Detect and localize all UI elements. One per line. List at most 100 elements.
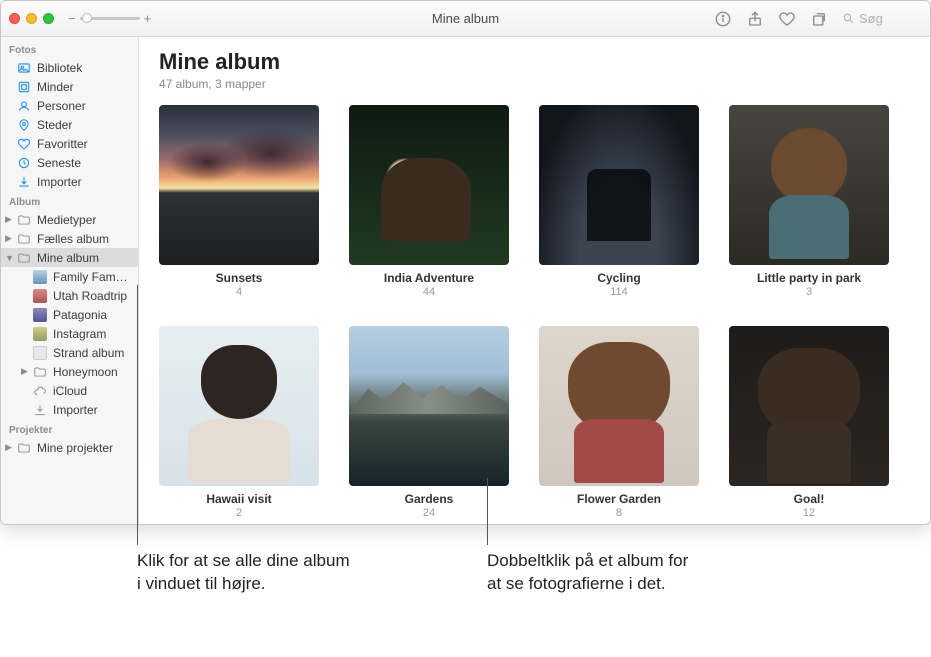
info-icon[interactable]: [714, 10, 732, 28]
sidebar-item-personer[interactable]: Personer: [1, 96, 138, 115]
album-cycling[interactable]: Cycling114: [539, 105, 699, 298]
callout-right: Dobbeltklik på et album for at se fotogr…: [487, 550, 707, 596]
sidebar-item-label: Steder: [37, 118, 72, 132]
sidebar-item-label: Patagonia: [53, 308, 107, 322]
album-count: 3: [729, 286, 889, 298]
page-title: Mine album: [159, 49, 910, 75]
album-goal-[interactable]: Goal!12: [729, 326, 889, 519]
album-thumbnail[interactable]: [159, 326, 319, 486]
album-india-adventure[interactable]: India Adventure44: [349, 105, 509, 298]
chevron-right-icon[interactable]: ▶: [5, 233, 12, 244]
sidebar-item-utah-roadtrip[interactable]: Utah Roadtrip: [1, 286, 138, 305]
favorite-icon[interactable]: [778, 10, 796, 28]
sidebar-item-label: Instagram: [53, 327, 106, 341]
folder-icon: [17, 441, 31, 455]
sidebar-item-icloud[interactable]: iCloud: [1, 381, 138, 400]
album-thumbnail[interactable]: [539, 105, 699, 265]
callout-left-text: Klik for at se alle dine album i vinduet…: [137, 551, 350, 593]
sidebar-item-label: iCloud: [53, 384, 87, 398]
sidebar-icon: [17, 99, 31, 113]
zoom-slider-knob[interactable]: [82, 13, 92, 23]
album-thumb-icon: [33, 289, 47, 303]
sidebar-item-instagram[interactable]: Instagram: [1, 324, 138, 343]
sidebar-item-label: Importer: [37, 175, 82, 189]
sidebar-icon: [17, 61, 31, 75]
sidebar-item-label: Bibliotek: [37, 61, 82, 75]
callout-line-left: [137, 285, 138, 545]
sidebar-section-fotos: Fotos: [1, 39, 138, 58]
album-thumbnail[interactable]: [349, 105, 509, 265]
album-count: 24: [349, 507, 509, 519]
sidebar-item-fælles-album[interactable]: ▶Fælles album: [1, 229, 138, 248]
titlebar: − + Mine album Søg: [1, 1, 930, 37]
search-placeholder: Søg: [859, 11, 883, 26]
sidebar-item-label: Honeymoon: [53, 365, 118, 379]
app-window: − + Mine album Søg: [0, 0, 931, 525]
minimize-window-button[interactable]: [26, 13, 37, 24]
album-thumbnail[interactable]: [729, 105, 889, 265]
sidebar: Fotos Bibliotek Minder Personer Steder Favor…: [1, 37, 139, 524]
rotate-icon[interactable]: [810, 10, 828, 28]
album-little-party-in-park[interactable]: Little party in park3: [729, 105, 889, 298]
sidebar-item-label: Seneste: [37, 156, 81, 170]
sidebar-item-label: Mine album: [37, 251, 99, 265]
album-thumbnail[interactable]: [539, 326, 699, 486]
album-hawaii-visit[interactable]: Hawaii visit2: [159, 326, 319, 519]
sidebar-item-label: Favoritter: [37, 137, 88, 151]
search-field[interactable]: Søg: [842, 11, 922, 26]
sidebar-item-steder[interactable]: Steder: [1, 115, 138, 134]
album-flower-garden[interactable]: Flower Garden8: [539, 326, 699, 519]
zoom-slider-track[interactable]: [80, 17, 140, 20]
sidebar-item-favoritter[interactable]: Favoritter: [1, 134, 138, 153]
sidebar-item-minder[interactable]: Minder: [1, 77, 138, 96]
album-thumb-icon: [33, 270, 47, 284]
album-thumbnail[interactable]: [159, 105, 319, 265]
sidebar-item-honeymoon[interactable]: ▶ Honeymoon: [1, 362, 138, 381]
page-subtitle: 47 album, 3 mapper: [159, 77, 910, 91]
chevron-down-icon[interactable]: ▼: [5, 253, 14, 263]
sidebar-section-projekter: Projekter: [1, 419, 138, 438]
toolbar-right: Søg: [714, 10, 922, 28]
callout-line-right: [487, 478, 488, 545]
sidebar-icon: [17, 137, 31, 151]
sidebar-item-seneste[interactable]: Seneste: [1, 153, 138, 172]
chevron-right-icon[interactable]: ▶: [21, 366, 28, 377]
close-window-button[interactable]: [9, 13, 20, 24]
callout-left: Klik for at se alle dine album i vinduet…: [137, 550, 357, 596]
album-thumbnail[interactable]: [349, 326, 509, 486]
folder-icon: [17, 251, 31, 265]
album-gardens[interactable]: Gardens24: [349, 326, 509, 519]
album-count: 114: [539, 286, 699, 298]
callout-right-text: Dobbeltklik på et album for at se fotogr…: [487, 551, 688, 593]
folder-icon: [17, 213, 31, 227]
sidebar-item-importer[interactable]: Importer: [1, 172, 138, 191]
sidebar-item-strand-album[interactable]: Strand album: [1, 343, 138, 362]
sidebar-item-mine-album[interactable]: ▼ Mine album: [1, 248, 138, 267]
album-thumb-icon: [33, 308, 47, 322]
sidebar-item-label: Mine projekter: [37, 441, 113, 455]
album-sunsets[interactable]: Sunsets4: [159, 105, 319, 298]
sidebar-item-mine-projekter[interactable]: ▶ Mine projekter: [1, 438, 138, 457]
album-name: Flower Garden: [539, 492, 699, 506]
chevron-right-icon[interactable]: ▶: [5, 442, 12, 453]
sidebar-item-family-family-[interactable]: Family Family…: [1, 267, 138, 286]
sidebar-item-label: Strand album: [53, 346, 124, 360]
sidebar-item-bibliotek[interactable]: Bibliotek: [1, 58, 138, 77]
main-content: Mine album 47 album, 3 mapper Sunsets4In…: [139, 37, 930, 524]
share-icon[interactable]: [746, 10, 764, 28]
sidebar-item-label: Personer: [37, 99, 86, 113]
album-count: 44: [349, 286, 509, 298]
zoom-window-button[interactable]: [43, 13, 54, 24]
chevron-right-icon[interactable]: ▶: [5, 214, 12, 225]
album-thumbnail[interactable]: [729, 326, 889, 486]
folder-icon: [17, 232, 31, 246]
sidebar-item-medietyper[interactable]: ▶Medietyper: [1, 210, 138, 229]
sidebar-item-label: Minder: [37, 80, 74, 94]
sidebar-item-patagonia[interactable]: Patagonia: [1, 305, 138, 324]
download-icon: [33, 403, 47, 417]
zoom-minus-label: −: [68, 11, 76, 26]
sidebar-icon: [17, 80, 31, 94]
thumbnail-zoom-slider[interactable]: − +: [68, 11, 151, 26]
album-name: India Adventure: [349, 271, 509, 285]
sidebar-item-importer[interactable]: Importer: [1, 400, 138, 419]
